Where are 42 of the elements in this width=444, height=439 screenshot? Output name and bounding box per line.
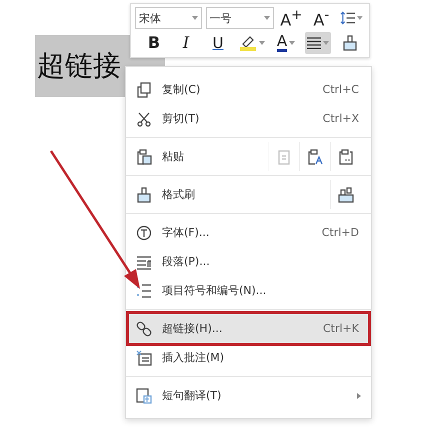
submenu-arrow-icon <box>357 392 361 398</box>
menu-item[interactable]: 插入批注(M) <box>126 343 371 372</box>
copy-icon <box>136 82 152 98</box>
brush-icon <box>338 186 354 202</box>
align-icon <box>307 36 321 49</box>
scissors-icon <box>136 110 152 126</box>
document-icon <box>276 148 292 164</box>
brush-icon <box>136 186 152 202</box>
font-dropdown[interactable]: 宋体 <box>135 7 202 30</box>
translate-icon <box>136 388 152 404</box>
caret-icon <box>323 40 329 45</box>
link-icon <box>136 320 152 336</box>
font-color-button[interactable]: A <box>273 32 299 54</box>
highlighter-icon <box>239 34 257 51</box>
menu-item[interactable]: 段落(P)... <box>126 247 371 276</box>
paragraph-icon <box>136 254 152 270</box>
bulleted-list-icon <box>136 282 152 298</box>
underline-button[interactable]: U <box>205 32 231 54</box>
menu-item[interactable]: 超链接(H)... Ctrl+K <box>126 314 371 343</box>
font-size-dropdown[interactable]: 一号 <box>206 7 274 30</box>
caret-icon <box>357 16 363 20</box>
caret-icon <box>264 16 270 20</box>
menu-item[interactable]: 字体(F)... Ctrl+D <box>126 218 371 247</box>
menu-item[interactable]: 粘贴 <box>126 142 371 171</box>
italic-button[interactable]: I <box>173 32 199 54</box>
caret-icon <box>289 40 296 45</box>
line-spacing-icon <box>340 10 356 26</box>
clipboard-icon <box>136 148 152 164</box>
circled-letter-icon <box>136 224 152 240</box>
grow-font-button[interactable]: A$^{+}$ <box>278 7 304 30</box>
brush-icon <box>342 34 358 51</box>
caret-icon <box>259 40 265 45</box>
menu-item[interactable]: 短句翻译(T) <box>126 381 371 410</box>
shrink-font-button[interactable]: A$^{-}$ <box>308 7 334 30</box>
comment-icon <box>136 350 152 366</box>
clipboard-icon <box>338 148 354 164</box>
caret-icon <box>192 16 198 20</box>
clipboard-icon <box>307 148 323 164</box>
align-button[interactable] <box>305 32 331 54</box>
menu-item[interactable]: 剪切(T) Ctrl+X <box>126 104 371 133</box>
menu-item[interactable]: 项目符号和编号(N)... <box>126 276 371 305</box>
menu-item[interactable]: 格式刷 <box>126 180 371 209</box>
